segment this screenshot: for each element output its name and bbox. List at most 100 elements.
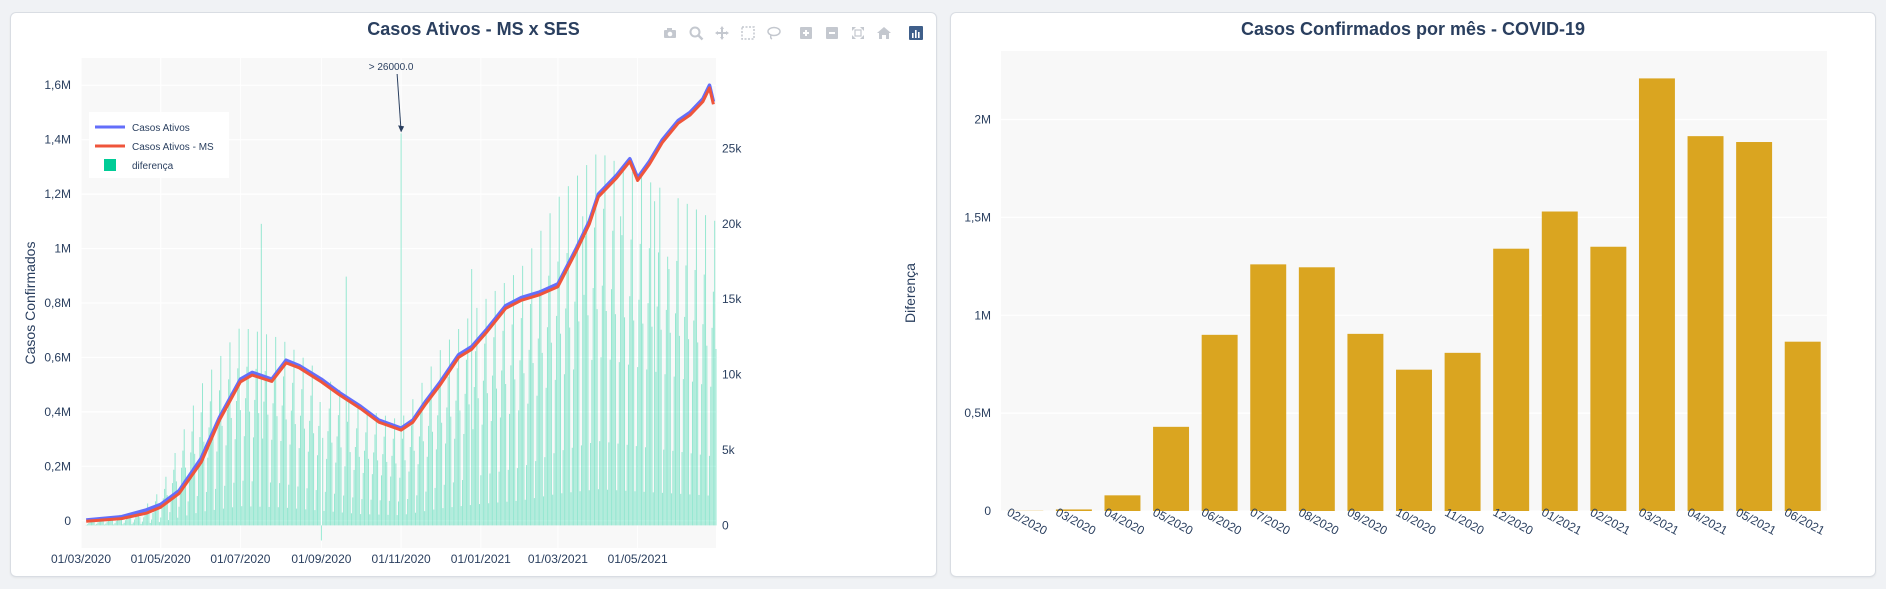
difference-bar <box>151 519 153 526</box>
x-tick-label: 01/01/2021 <box>451 552 511 566</box>
difference-bar <box>708 455 710 526</box>
difference-bar <box>96 523 98 526</box>
difference-bar <box>316 455 318 526</box>
difference-bar <box>220 355 222 526</box>
difference-bar <box>381 475 383 526</box>
difference-bar <box>152 513 154 526</box>
difference-bar <box>177 517 179 526</box>
difference-bar <box>254 399 256 526</box>
difference-bar <box>313 433 315 526</box>
difference-bar <box>597 489 599 526</box>
difference-bar <box>560 333 562 526</box>
difference-bar <box>531 248 533 526</box>
difference-bar <box>371 474 373 526</box>
difference-bar <box>340 447 342 526</box>
difference-bar <box>284 341 286 526</box>
difference-bar <box>171 483 173 526</box>
difference-bar <box>471 269 473 526</box>
difference-bar <box>473 387 475 526</box>
difference-bar <box>622 166 624 526</box>
difference-bar <box>626 444 628 526</box>
y-tick-label: 0,8M <box>44 296 71 310</box>
difference-bar <box>514 379 516 526</box>
difference-bar <box>574 301 576 526</box>
difference-bar <box>644 447 646 526</box>
difference-bar <box>705 215 707 526</box>
difference-bar <box>234 439 236 526</box>
difference-bar <box>386 461 388 526</box>
difference-bar <box>477 398 479 526</box>
difference-bar <box>629 296 631 526</box>
difference-bar <box>557 261 559 526</box>
difference-bar <box>224 485 226 526</box>
difference-bar <box>643 491 645 526</box>
difference-bar <box>411 425 413 526</box>
difference-bar <box>650 182 652 526</box>
month-bar <box>1784 341 1821 511</box>
difference-bar <box>245 398 247 526</box>
y2-tick-label: 25k <box>722 141 742 155</box>
difference-bar <box>238 328 240 526</box>
difference-bar <box>367 458 369 526</box>
difference-bar <box>537 338 539 526</box>
difference-bar <box>251 481 253 526</box>
difference-bar <box>566 253 568 526</box>
difference-bar <box>327 431 329 526</box>
difference-bar <box>356 428 358 526</box>
difference-bar <box>544 457 546 526</box>
difference-bar <box>300 415 302 526</box>
difference-bar <box>673 376 675 526</box>
difference-bar <box>292 382 294 526</box>
difference-bar <box>642 323 644 526</box>
difference-bar <box>204 511 206 526</box>
difference-bar <box>694 269 696 526</box>
difference-bar <box>104 524 106 526</box>
difference-bar <box>175 481 177 526</box>
difference-bar <box>185 467 187 526</box>
active-cases-chart[interactable]: 0 0,2M 0,4M 0,6M 0,8M 1M 1,2M 1,4M 1,6M 0 5k 10k 15k… <box>11 13 936 576</box>
difference-bar <box>217 418 219 526</box>
difference-bar <box>387 514 389 526</box>
difference-bar <box>459 410 461 526</box>
difference-bar <box>609 359 611 526</box>
difference-bar <box>460 506 462 526</box>
difference-bar <box>332 511 334 526</box>
x-tick-label: 01/05/2020 <box>131 552 191 566</box>
y2-tick-label: 10k <box>722 368 742 382</box>
difference-bar <box>498 471 500 526</box>
difference-bar <box>703 274 705 526</box>
difference-bar <box>438 385 440 526</box>
difference-bar <box>502 330 504 526</box>
y-tick-label: 1,2M <box>44 187 71 201</box>
difference-bar <box>242 480 244 526</box>
difference-bar <box>183 429 185 526</box>
difference-bar <box>490 421 492 526</box>
difference-bar <box>390 476 392 526</box>
difference-bar <box>698 494 700 526</box>
difference-bar <box>464 393 466 526</box>
difference-bar <box>524 499 526 526</box>
difference-bar <box>256 331 258 526</box>
difference-bar <box>417 464 419 526</box>
difference-bar <box>659 187 661 526</box>
difference-bar <box>212 433 214 526</box>
difference-bar <box>488 503 490 526</box>
difference-bar <box>639 243 641 526</box>
difference-bar <box>366 410 368 526</box>
difference-bar <box>360 514 362 526</box>
difference-bar <box>277 507 279 526</box>
difference-bar <box>250 506 252 526</box>
legend-label: Casos Ativos - MS <box>132 142 214 153</box>
difference-bar <box>608 442 610 526</box>
difference-bar <box>690 453 692 526</box>
difference-bar <box>309 420 311 526</box>
difference-bar <box>441 422 443 526</box>
difference-bar <box>526 465 528 526</box>
monthly-cases-chart[interactable]: 00,5M1M1,5M2M02/2020 03/2020 04/2020 05/202… <box>951 13 1875 576</box>
difference-bar <box>344 466 346 526</box>
difference-bar <box>186 515 188 526</box>
difference-bar <box>481 424 483 526</box>
difference-bar <box>259 506 261 526</box>
difference-bar <box>651 326 653 526</box>
difference-bar <box>252 437 254 526</box>
